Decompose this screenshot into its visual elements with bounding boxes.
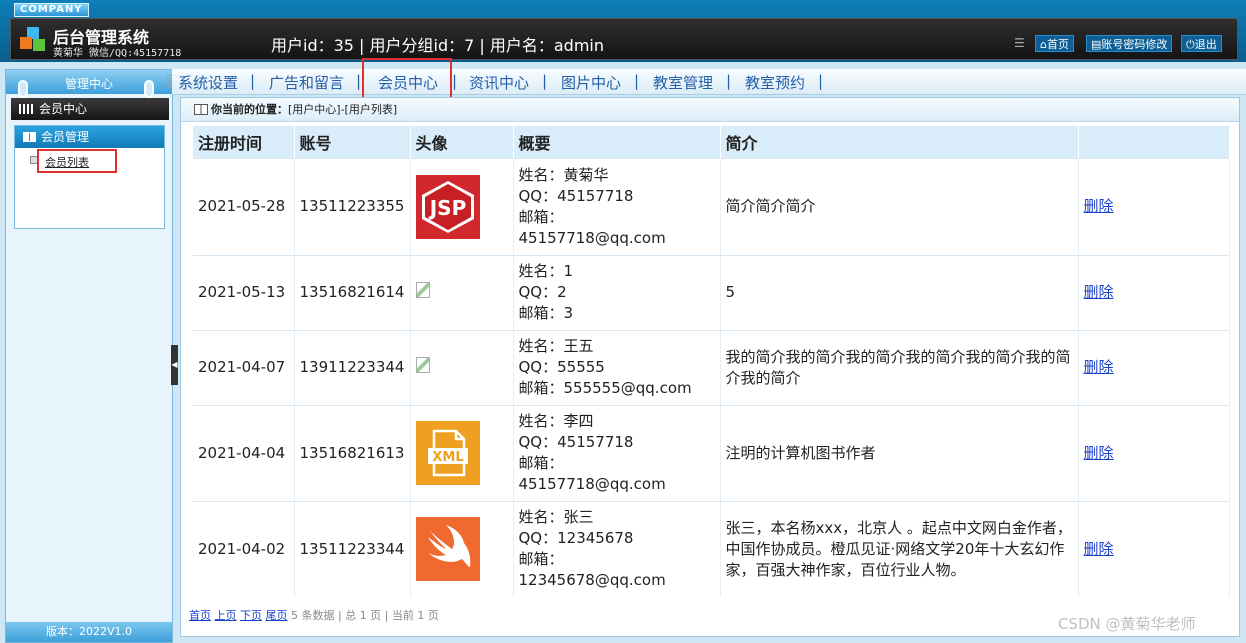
top-header: COMPANY 后台管理系统 黄菊华 微信/QQ:45157718 用户id：3… (0, 0, 1246, 62)
tab-news-center[interactable]: 资讯中心 (469, 72, 529, 93)
cell-date: 2021-04-04 (193, 404, 295, 501)
last-page-link[interactable]: 尾页 (266, 609, 288, 622)
column-header: 简介 (720, 126, 1079, 158)
cell-account: 13511223344 (294, 500, 411, 597)
delete-link[interactable]: 删除 (1084, 358, 1114, 376)
book-icon (194, 104, 208, 115)
logout-button[interactable]: ⏻退出 (1181, 35, 1222, 52)
header-bar: 后台管理系统 黄菊华 微信/QQ:45157718 用户id：35 | 用户分组… (10, 18, 1238, 60)
collapse-handle[interactable]: ◀ (171, 345, 178, 385)
change-password-button[interactable]: ▤账号密码修改 (1086, 35, 1173, 52)
cell-intro: 我的简介我的简介我的简介我的简介我的简介我的简介我的简介 (720, 329, 1079, 405)
next-page-link[interactable]: 下页 (240, 609, 262, 622)
delete-link[interactable]: 删除 (1084, 444, 1114, 462)
sidebar: 管理中心 会员中心 会员管理 会员列表 版本：2022V1.0 (5, 69, 173, 643)
pagination: 首页 上页 下页 尾页 5 条数据 | 总 1 页 | 当前 1 页 (189, 607, 439, 623)
top-nav: 系统设置 | 广告和留言 | 会员中心 | 资讯中心 | 图片中心 | 教室管理… (172, 69, 1246, 95)
cell-action: 删除 (1078, 329, 1230, 405)
cell-intro: 5 (720, 254, 1079, 330)
version-label: 版本：2022V1.0 (6, 622, 172, 642)
cell-intro: 张三，本名杨xxx，北京人 。起点中文网白金作者，中国作协成员。橙瓜见证·网络文… (720, 500, 1079, 597)
highlight-box (362, 58, 452, 100)
sidebar-section-member-center[interactable]: 会员中心 (11, 98, 169, 120)
tab-classroom-management[interactable]: 教室管理 (653, 72, 713, 93)
sidebar-group-header[interactable]: 会员管理 (15, 126, 164, 148)
broken-image-icon (415, 281, 430, 298)
cell-summary: 姓名：1 QQ：2 邮箱：3 (513, 254, 721, 330)
list-icon: ▤ (1091, 38, 1102, 51)
cell-action: 删除 (1078, 404, 1230, 501)
table-header-row: 注册时间 账号 头像 概要 简介 (193, 126, 1230, 158)
cell-action: 删除 (1078, 254, 1230, 330)
ring-icon (144, 80, 154, 98)
cell-intro: 注明的计算机图书作者 (720, 404, 1079, 501)
main-panel: 你当前的位置：[用户中心]-[用户列表] 注册时间 账号 头像 概要 简介 20… (180, 97, 1240, 637)
cell-account: 13516821613 (294, 404, 411, 501)
cell-action: 删除 (1078, 500, 1230, 597)
power-icon: ⏻ (1186, 38, 1195, 51)
column-header: 账号 (294, 126, 411, 158)
cell-summary: 姓名：李四 QQ：45157718 邮箱： 45157718@qq.com (513, 404, 721, 501)
tab-system-settings[interactable]: 系统设置 (178, 72, 238, 93)
breadcrumb: 你当前的位置：[用户中心]-[用户列表] (181, 98, 1239, 122)
first-page-link[interactable]: 首页 (189, 609, 211, 622)
broken-image-icon (415, 356, 430, 373)
svg-text:XML: XML (432, 450, 463, 465)
tab-ads-messages[interactable]: 广告和留言 (269, 72, 344, 93)
grid-icon (19, 104, 33, 114)
column-header: 注册时间 (193, 126, 295, 158)
user-info: 用户id：35 | 用户分组id：7 | 用户名：admin (271, 36, 605, 55)
cell-date: 2021-05-28 (193, 157, 295, 255)
cell-summary: 姓名：黄菊华 QQ：45157718 邮箱： 45157718@qq.com (513, 157, 721, 255)
highlight-box (37, 149, 117, 173)
logo-cubes-icon (20, 27, 45, 51)
home-icon: ⌂ (1040, 38, 1047, 51)
cell-date: 2021-04-07 (193, 329, 295, 405)
cell-avatar (410, 329, 514, 405)
column-header: 概要 (513, 126, 721, 158)
tab-image-center[interactable]: 图片中心 (561, 72, 621, 93)
column-header: 头像 (410, 126, 514, 158)
cell-date: 2021-05-13 (193, 254, 295, 330)
book-icon (23, 132, 36, 142)
prev-page-link[interactable]: 上页 (215, 609, 237, 622)
cell-account: 13911223344 (294, 329, 411, 405)
ring-icon (18, 80, 28, 98)
delete-link[interactable]: 删除 (1084, 540, 1114, 558)
svg-text:JSP: JSP (427, 196, 466, 220)
swift-bird-icon (415, 517, 480, 582)
table-row: 2021-05-28 13511223355 JSP 姓名：黄菊华 QQ：451… (193, 157, 1230, 255)
cell-action: 删除 (1078, 157, 1230, 255)
cell-intro: 简介简介简介 (720, 157, 1079, 255)
cell-date: 2021-04-02 (193, 500, 295, 597)
jsp-icon: JSP (415, 174, 480, 239)
page-info: 5 条数据 | 总 1 页 | 当前 1 页 (291, 609, 439, 622)
delete-link[interactable]: 删除 (1084, 197, 1114, 215)
cell-avatar: JSP (410, 157, 514, 255)
cell-account: 13516821614 (294, 254, 411, 330)
xml-file-icon: XML (415, 421, 480, 485)
user-table: 注册时间 账号 头像 概要 简介 2021-05-28 13511223355 … (193, 126, 1230, 597)
watermark: CSDN @黄菊华老师 (1058, 615, 1196, 633)
cell-summary: 姓名：张三 QQ：12345678 邮箱： 12345678@qq.com (513, 500, 721, 597)
cell-summary: 姓名：王五 QQ：55555 邮箱：555555@qq.com (513, 329, 721, 405)
tab-classroom-booking[interactable]: 教室预约 (745, 72, 805, 93)
table-row: 2021-05-13 13516821614 姓名：1 QQ：2 邮箱：3 5 … (193, 254, 1230, 330)
cell-avatar: XML (410, 404, 514, 501)
cell-avatar (410, 254, 514, 330)
table-row: 2021-04-04 13516821613 XML 姓名：李四 QQ：4515… (193, 404, 1230, 501)
system-subtitle: 黄菊华 微信/QQ:45157718 (53, 48, 182, 59)
home-button[interactable]: ⌂首页 (1035, 35, 1074, 52)
cell-account: 13511223355 (294, 157, 411, 255)
table-row: 2021-04-02 13511223344 姓名：张三 QQ：12345678… (193, 500, 1230, 597)
column-header (1078, 126, 1230, 158)
menu-lines-icon[interactable]: ☰ (1014, 36, 1025, 50)
cell-avatar (410, 500, 514, 597)
table-row: 2021-04-07 13911223344 姓名：王五 QQ：55555 邮箱… (193, 329, 1230, 405)
delete-link[interactable]: 删除 (1084, 283, 1114, 301)
sidebar-group-member-management: 会员管理 会员列表 (14, 125, 165, 229)
company-badge: COMPANY (14, 3, 89, 17)
